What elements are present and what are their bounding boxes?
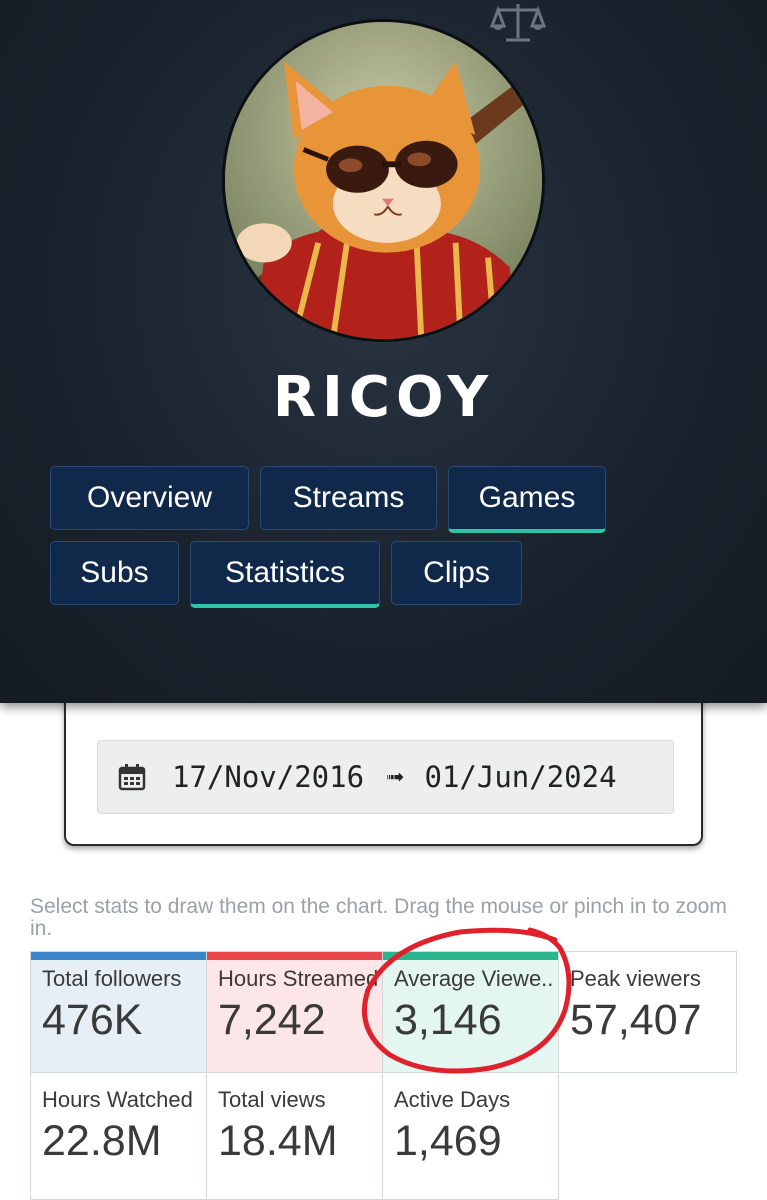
channel-header: RICOY Overview Streams Games Subs Statis…	[0, 0, 767, 703]
stat-value: 18.4M	[218, 1117, 338, 1165]
tab-clips[interactable]: Clips	[391, 541, 522, 605]
calendar-icon	[118, 764, 146, 791]
stat-selected-bar	[207, 952, 382, 960]
stat-average-viewers[interactable]: Average Viewe.. 3,146	[382, 951, 559, 1073]
chart-hint-text: Select stats to draw them on the chart. …	[30, 895, 727, 940]
stat-label: Average Viewe..	[394, 966, 554, 991]
date-range-picker[interactable]: 17/Nov/2016 ➟ 01/Jun/2024	[97, 740, 674, 814]
date-range-card: 17/Nov/2016 ➟ 01/Jun/2024	[64, 690, 703, 846]
tab-subs[interactable]: Subs	[50, 541, 179, 605]
stat-selected-bar	[383, 952, 558, 960]
stat-value: 7,242	[218, 996, 326, 1044]
date-to: 01/Jun/2024	[424, 760, 617, 794]
scale-icon[interactable]	[490, 0, 546, 44]
channel-name: RICOY	[272, 365, 495, 430]
stat-value: 1,469	[394, 1117, 502, 1165]
stat-label: Total views	[218, 1087, 326, 1112]
stat-hours-streamed[interactable]: Hours Streamed 7,242	[206, 951, 383, 1073]
tab-games[interactable]: Games	[448, 466, 606, 533]
stat-total-views[interactable]: Total views 18.4M	[206, 1072, 383, 1200]
stat-value: 3,146	[394, 996, 502, 1044]
stat-selected-bar	[31, 952, 206, 960]
stat-hours-watched[interactable]: Hours Watched 22.8M	[30, 1072, 207, 1200]
stat-label: Peak viewers	[570, 966, 701, 991]
stat-label: Hours Watched	[42, 1087, 193, 1112]
stat-peak-viewers[interactable]: Peak viewers 57,407	[558, 951, 737, 1073]
channel-avatar	[222, 19, 545, 342]
stat-value: 476K	[42, 996, 143, 1044]
stat-label: Total followers	[42, 966, 182, 991]
tab-streams[interactable]: Streams	[260, 466, 437, 530]
date-from: 17/Nov/2016	[172, 760, 365, 794]
stat-active-days[interactable]: Active Days 1,469	[382, 1072, 559, 1200]
stat-label: Active Days	[394, 1087, 511, 1112]
cat-avatar-illustration	[225, 22, 542, 339]
tab-statistics[interactable]: Statistics	[190, 541, 380, 608]
arrow-right-icon: ➟	[386, 764, 405, 789]
stat-label: Hours Streamed	[218, 966, 379, 991]
stat-value: 57,407	[570, 996, 702, 1044]
stat-value: 22.8M	[42, 1117, 162, 1165]
tab-overview[interactable]: Overview	[50, 466, 249, 530]
stat-total-followers[interactable]: Total followers 476K	[30, 951, 207, 1073]
